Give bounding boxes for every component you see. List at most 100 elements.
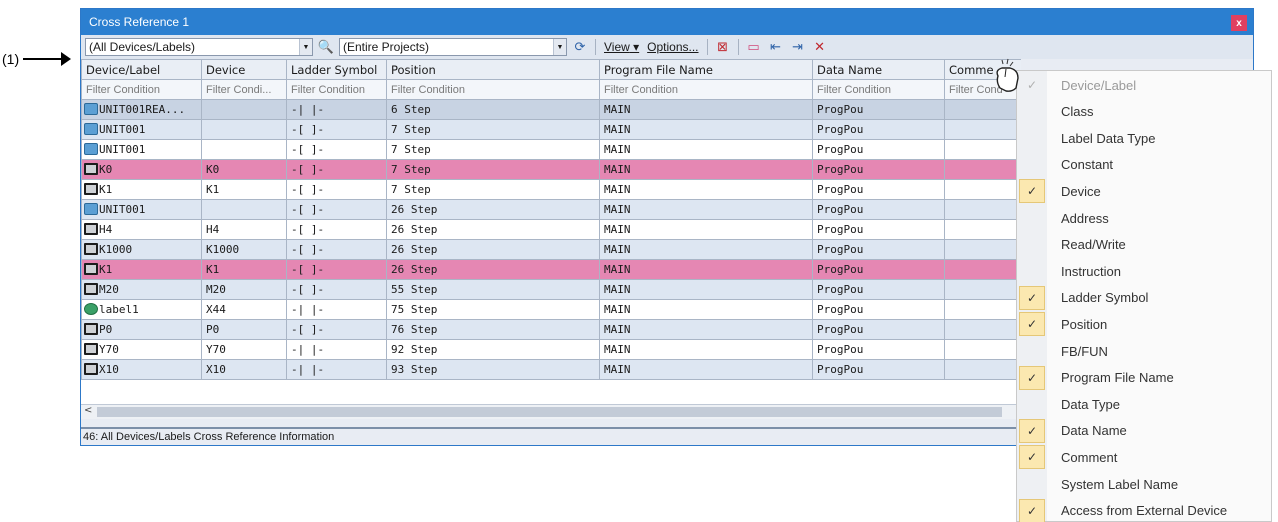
menu-item[interactable]: Class (1017, 99, 1273, 125)
table-cell[interactable]: 76 Step (386, 319, 600, 340)
table-row[interactable]: M20 M20 -[ ]- 55 Step MAIN ProgPou (81, 279, 1021, 300)
table-cell[interactable]: H4 (201, 219, 287, 240)
close-button[interactable]: x (1231, 15, 1247, 31)
table-cell[interactable]: ProgPou (812, 319, 945, 340)
search-icon[interactable]: 🔍 (317, 38, 335, 56)
table-cell[interactable]: -[ ]- (286, 219, 387, 240)
table-cell[interactable]: -[ ]- (286, 279, 387, 300)
filter-cell[interactable]: Filter Condition (286, 79, 387, 100)
table-cell[interactable]: -[ ]- (286, 179, 387, 200)
table-cell[interactable]: 93 Step (386, 359, 600, 380)
table-cell[interactable]: MAIN (599, 99, 813, 120)
filter-cell[interactable]: Filter Condition (386, 79, 600, 100)
table-cell[interactable]: -[ ]- (286, 159, 387, 180)
scrollbar-thumb[interactable] (97, 407, 1002, 417)
table-cell[interactable]: ProgPou (812, 259, 945, 280)
table-cell[interactable]: ProgPou (812, 339, 945, 360)
table-cell[interactable]: UNIT001REA... (81, 99, 202, 120)
table-cell[interactable]: MAIN (599, 359, 813, 380)
table-cell[interactable]: label1 (81, 299, 202, 320)
table-cell[interactable]: ProgPou (812, 99, 945, 120)
table-cell[interactable]: MAIN (599, 299, 813, 320)
monitor-icon[interactable]: ▭ (745, 38, 763, 56)
table-cell[interactable]: -[ ]- (286, 119, 387, 140)
jump-next-icon[interactable]: ⇥ (789, 38, 807, 56)
table-cell[interactable] (944, 219, 1021, 240)
table-cell[interactable]: 26 Step (386, 239, 600, 260)
menu-item[interactable]: ✓ Comment (1017, 444, 1273, 470)
menu-item[interactable]: Data Type (1017, 391, 1273, 417)
table-cell[interactable]: 92 Step (386, 339, 600, 360)
delete-icon[interactable]: ✕ (811, 38, 829, 56)
chevron-down-icon[interactable]: ▼ (299, 39, 312, 55)
col-header[interactable]: Device/Label (81, 59, 202, 80)
menu-item[interactable]: Read/Write (1017, 232, 1273, 258)
table-row[interactable]: UNIT001 -[ ]- 7 Step MAIN ProgPou (81, 119, 1021, 140)
col-header[interactable]: Device (201, 59, 287, 80)
table-row[interactable]: UNIT001REA... -| |- 6 Step MAIN ProgPou (81, 99, 1021, 120)
table-cell[interactable]: MAIN (599, 179, 813, 200)
table-cell[interactable]: K0 (81, 159, 202, 180)
table-cell[interactable]: ProgPou (812, 359, 945, 380)
table-cell[interactable]: 75 Step (386, 299, 600, 320)
table-cell[interactable] (944, 239, 1021, 260)
table-cell[interactable]: 7 Step (386, 179, 600, 200)
table-cell[interactable]: 7 Step (386, 159, 600, 180)
col-header[interactable]: Position (386, 59, 600, 80)
table-cell[interactable]: ProgPou (812, 179, 945, 200)
table-cell[interactable] (201, 139, 287, 160)
table-cell[interactable]: -| |- (286, 99, 387, 120)
table-cell[interactable] (944, 359, 1021, 380)
table-cell[interactable] (944, 299, 1021, 320)
options-button[interactable]: Options... (645, 40, 700, 54)
table-cell[interactable]: -[ ]- (286, 239, 387, 260)
table-cell[interactable] (201, 99, 287, 120)
col-header[interactable]: Program File Name (599, 59, 813, 80)
table-cell[interactable] (944, 279, 1021, 300)
table-cell[interactable]: ProgPou (812, 279, 945, 300)
menu-item[interactable]: ✓ Ladder Symbol (1017, 285, 1273, 311)
table-cell[interactable]: 26 Step (386, 219, 600, 240)
filter-cell[interactable]: Filter Condition (812, 79, 945, 100)
table-cell[interactable] (944, 319, 1021, 340)
table-cell[interactable]: X10 (201, 359, 287, 380)
table-cell[interactable] (944, 259, 1021, 280)
table-cell[interactable]: K1 (201, 179, 287, 200)
table-cell[interactable]: K1 (81, 179, 202, 200)
horizontal-scrollbar[interactable]: < (81, 404, 1021, 419)
table-cell[interactable]: MAIN (599, 219, 813, 240)
table-cell[interactable]: K1 (81, 259, 202, 280)
table-cell[interactable]: ProgPou (812, 139, 945, 160)
table-row[interactable]: Y70 Y70 -| |- 92 Step MAIN ProgPou (81, 339, 1021, 360)
table-cell[interactable]: MAIN (599, 199, 813, 220)
table-cell[interactable]: MAIN (599, 119, 813, 140)
menu-item[interactable]: Label Data Type (1017, 125, 1273, 151)
table-cell[interactable] (944, 179, 1021, 200)
table-cell[interactable]: 7 Step (386, 139, 600, 160)
clear-filter-icon[interactable]: ⊠ (714, 38, 732, 56)
table-cell[interactable]: K1000 (201, 239, 287, 260)
table-cell[interactable]: -| |- (286, 359, 387, 380)
table-row[interactable]: K1 K1 -[ ]- 26 Step MAIN ProgPou (81, 259, 1021, 280)
table-cell[interactable]: K1 (201, 259, 287, 280)
table-cell[interactable]: X10 (81, 359, 202, 380)
col-header[interactable]: Ladder Symbol (286, 59, 387, 80)
table-cell[interactable]: MAIN (599, 159, 813, 180)
refresh-icon[interactable]: ⟳ (571, 38, 589, 56)
menu-item[interactable]: ✓ Data Name (1017, 418, 1273, 444)
table-cell[interactable]: MAIN (599, 339, 813, 360)
table-cell[interactable]: MAIN (599, 259, 813, 280)
table-cell[interactable] (944, 119, 1021, 140)
table-cell[interactable]: H4 (81, 219, 202, 240)
menu-item[interactable]: FB/FUN (1017, 338, 1273, 364)
table-cell[interactable]: K1000 (81, 239, 202, 260)
table-cell[interactable]: MAIN (599, 319, 813, 340)
table-cell[interactable] (201, 119, 287, 140)
table-cell[interactable] (944, 139, 1021, 160)
table-cell[interactable] (944, 199, 1021, 220)
table-cell[interactable]: -| |- (286, 299, 387, 320)
menu-item[interactable]: Instruction (1017, 258, 1273, 284)
menu-item[interactable]: ✓ Program File Name (1017, 365, 1273, 391)
filter-cell[interactable]: Filter Condi... (201, 79, 287, 100)
col-header[interactable]: Data Name (812, 59, 945, 80)
